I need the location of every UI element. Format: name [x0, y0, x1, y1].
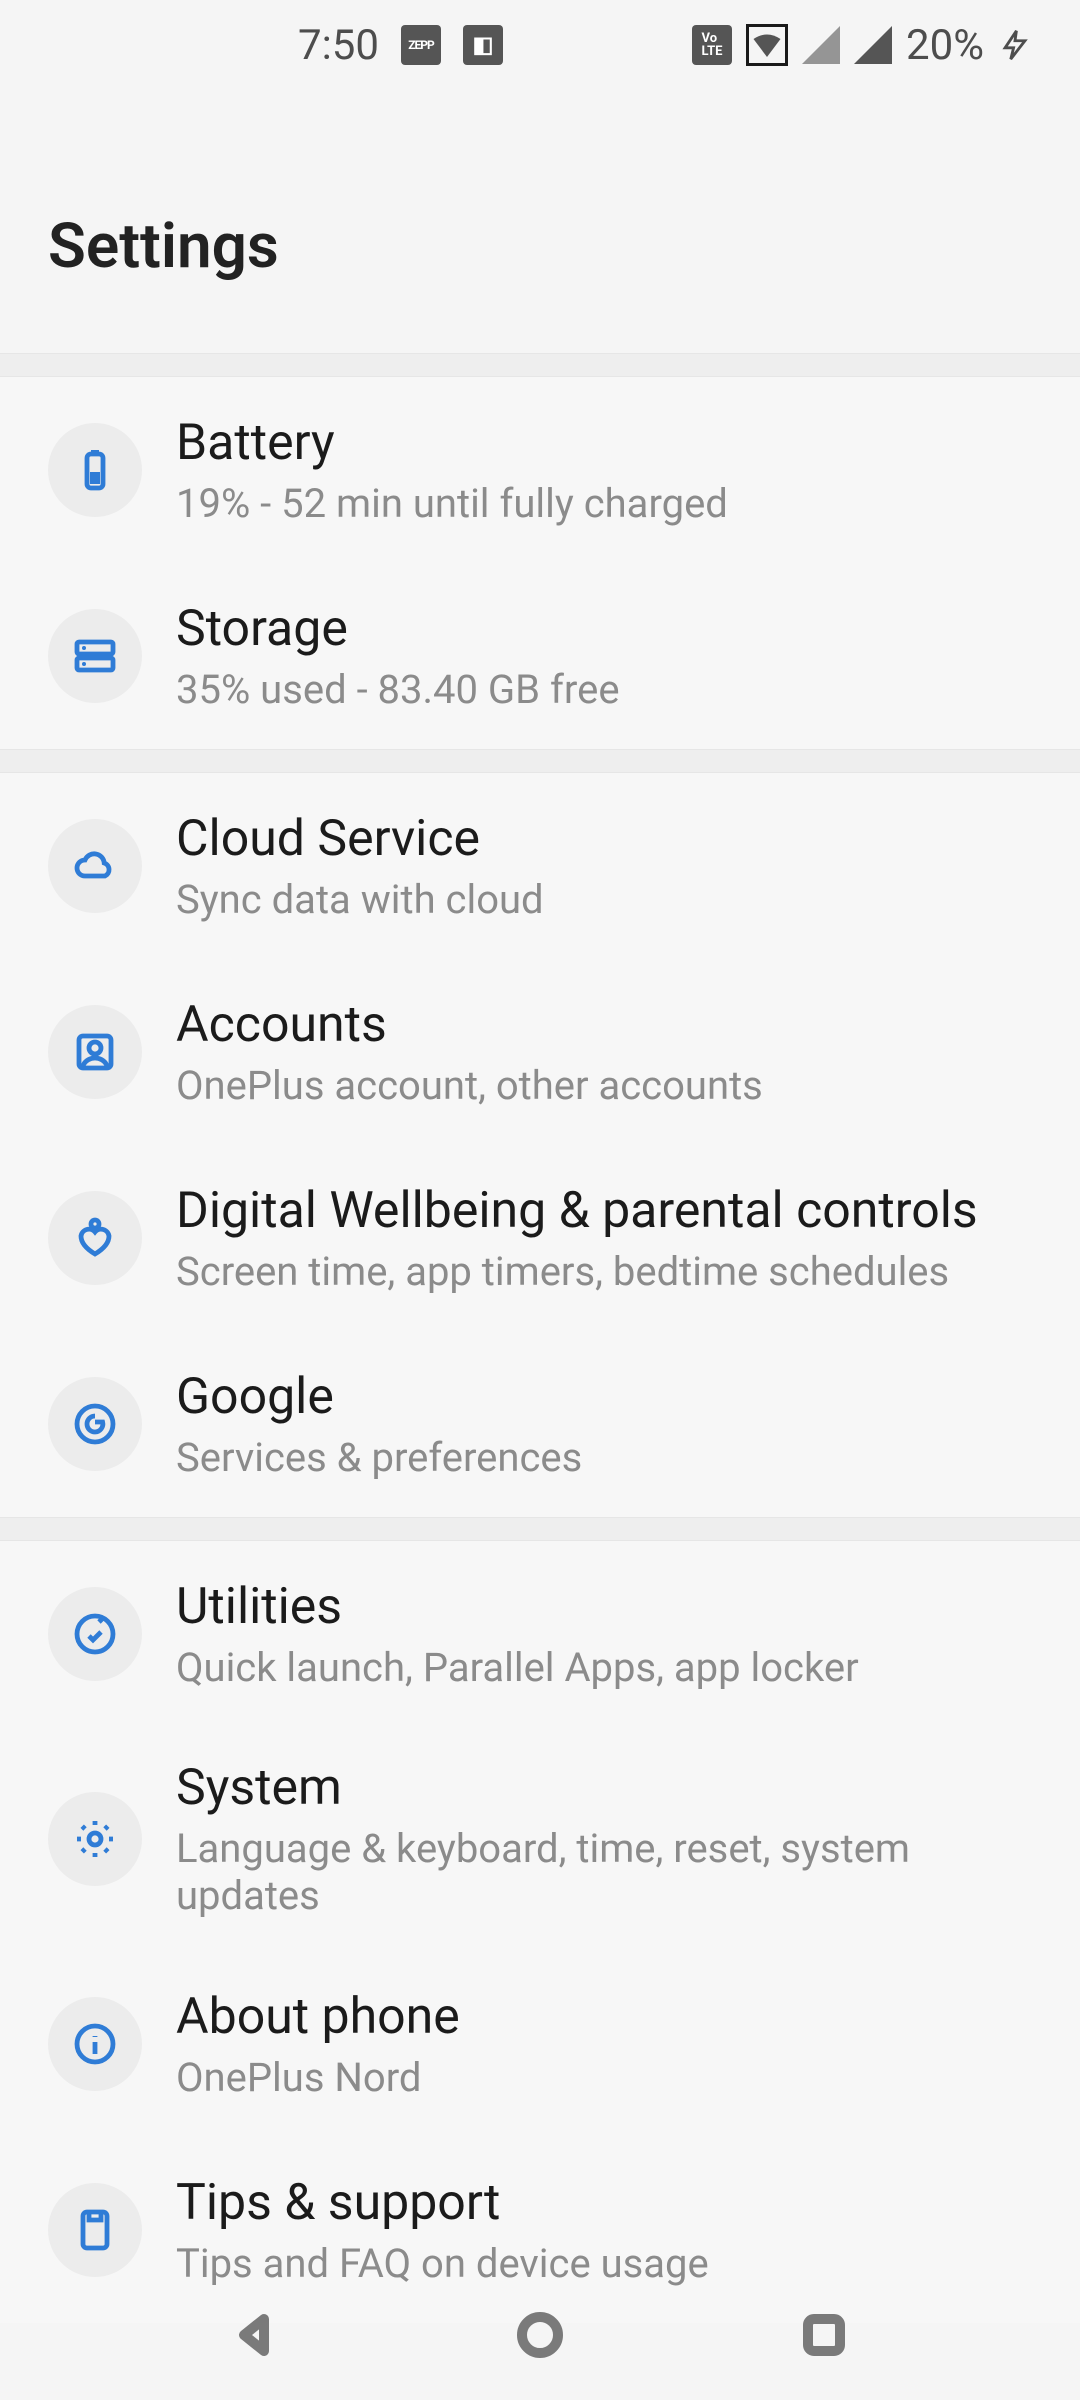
item-title: Utilities [176, 1578, 859, 1636]
page-header: Settings [0, 90, 1080, 353]
system-icon [48, 1792, 142, 1886]
diamond-icon: ◧ [463, 25, 503, 65]
settings-item-storage[interactable]: Storage 35% used - 83.40 GB free [0, 563, 1080, 749]
section-divider [0, 1517, 1080, 1541]
item-title: Battery [176, 414, 728, 472]
settings-item-battery[interactable]: Battery 19% - 52 min until fully charged [0, 377, 1080, 563]
item-title: System [176, 1759, 1032, 1817]
item-title: Google [176, 1368, 582, 1426]
signal-2-icon [854, 26, 892, 64]
navigation-bar [0, 2270, 1080, 2400]
settings-section: Utilities Quick launch, Parallel Apps, a… [0, 1541, 1080, 2323]
tips-icon [48, 2183, 142, 2277]
nav-back-button[interactable] [228, 2307, 284, 2363]
item-title: Cloud Service [176, 810, 544, 868]
item-subtitle: Screen time, app timers, bedtime schedul… [176, 1248, 978, 1295]
item-subtitle: Quick launch, Parallel Apps, app locker [176, 1644, 859, 1691]
item-subtitle: Language & keyboard, time, reset, system… [176, 1825, 1032, 1919]
wifi-icon [746, 24, 788, 66]
section-divider [0, 749, 1080, 773]
item-title: Accounts [176, 996, 763, 1054]
item-subtitle: OnePlus account, other accounts [176, 1062, 763, 1109]
about-icon [48, 1997, 142, 2091]
settings-item-cloud-service[interactable]: Cloud Service Sync data with cloud [0, 773, 1080, 959]
google-icon [48, 1377, 142, 1471]
volte-icon: VoLTE [692, 25, 732, 65]
status-battery-pct: 20% [906, 21, 984, 70]
item-title: Storage [176, 600, 620, 658]
settings-item-digital-wellbeing[interactable]: Digital Wellbeing & parental controls Sc… [0, 1145, 1080, 1331]
status-bar: 7:50 ZEPP ◧ VoLTE 20% [0, 0, 1080, 90]
settings-section: Battery 19% - 52 min until fully charged… [0, 377, 1080, 749]
signal-1-icon [802, 26, 840, 64]
settings-item-accounts[interactable]: Accounts OnePlus account, other accounts [0, 959, 1080, 1145]
charging-bolt-icon [998, 22, 1032, 68]
settings-item-system[interactable]: System Language & keyboard, time, reset,… [0, 1727, 1080, 1951]
section-divider [0, 353, 1080, 377]
storage-icon [48, 609, 142, 703]
utilities-icon [48, 1587, 142, 1681]
item-subtitle: Services & preferences [176, 1434, 582, 1481]
settings-item-google[interactable]: Google Services & preferences [0, 1331, 1080, 1517]
page-title: Settings [48, 210, 1032, 283]
zepp-icon: ZEPP [401, 25, 441, 65]
item-title: Tips & support [176, 2174, 709, 2232]
nav-recents-button[interactable] [796, 2307, 852, 2363]
item-subtitle: Sync data with cloud [176, 876, 544, 923]
wellbeing-icon [48, 1191, 142, 1285]
item-title: About phone [176, 1988, 460, 2046]
settings-section: Cloud Service Sync data with cloud Accou… [0, 773, 1080, 1517]
settings-item-utilities[interactable]: Utilities Quick launch, Parallel Apps, a… [0, 1541, 1080, 1727]
accounts-icon [48, 1005, 142, 1099]
item-subtitle: OnePlus Nord [176, 2054, 460, 2101]
battery-icon [48, 423, 142, 517]
item-subtitle: 19% - 52 min until fully charged [176, 480, 728, 527]
item-title: Digital Wellbeing & parental controls [176, 1182, 978, 1240]
settings-item-about-phone[interactable]: About phone OnePlus Nord [0, 1951, 1080, 2137]
nav-home-button[interactable] [512, 2307, 568, 2363]
cloud-icon [48, 819, 142, 913]
status-time: 7:50 [298, 21, 379, 70]
item-subtitle: 35% used - 83.40 GB free [176, 666, 620, 713]
